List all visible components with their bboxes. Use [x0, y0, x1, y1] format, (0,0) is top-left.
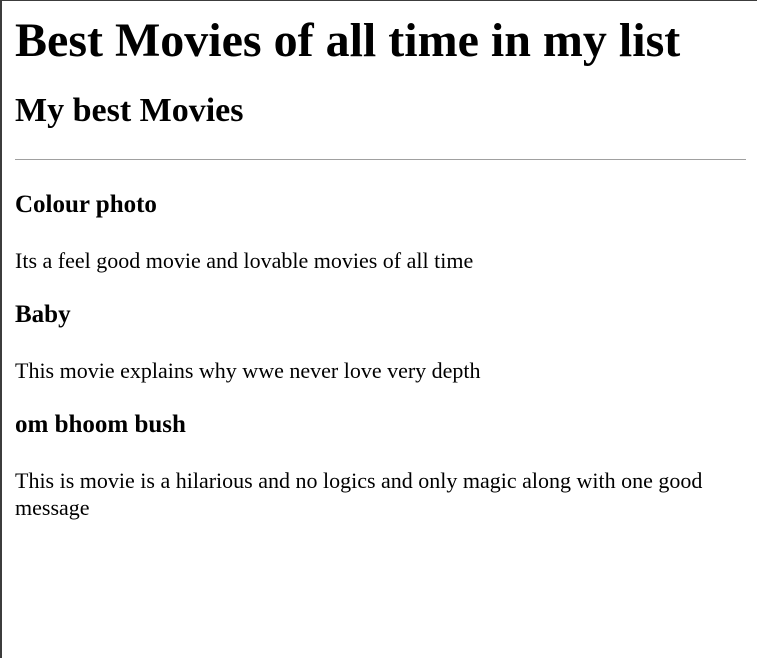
movie-title: om bhoom bush	[15, 410, 186, 438]
movie-description: Its a feel good movie and lovable movies…	[15, 247, 474, 273]
movie-title: Colour photo	[15, 190, 157, 218]
movie-entry-baby: Baby This movie explains why wwe never l…	[15, 300, 746, 384]
divider	[15, 158, 746, 160]
page-title: Best Movies of all time in my list	[15, 14, 681, 67]
movie-entry-colour-photo: Colour photo Its a feel good movie and l…	[15, 190, 746, 274]
page-content: Best Movies of all time in my list My be…	[2, 14, 757, 521]
movie-entry-om-bhoom-bush: om bhoom bush This is movie is a hilario…	[15, 410, 746, 521]
movie-description: This is movie is a hilarious and no logi…	[15, 467, 703, 520]
movie-title: Baby	[15, 300, 71, 328]
movie-description: This movie explains why wwe never love v…	[15, 357, 481, 383]
page-subtitle: My best Movies	[15, 91, 244, 129]
